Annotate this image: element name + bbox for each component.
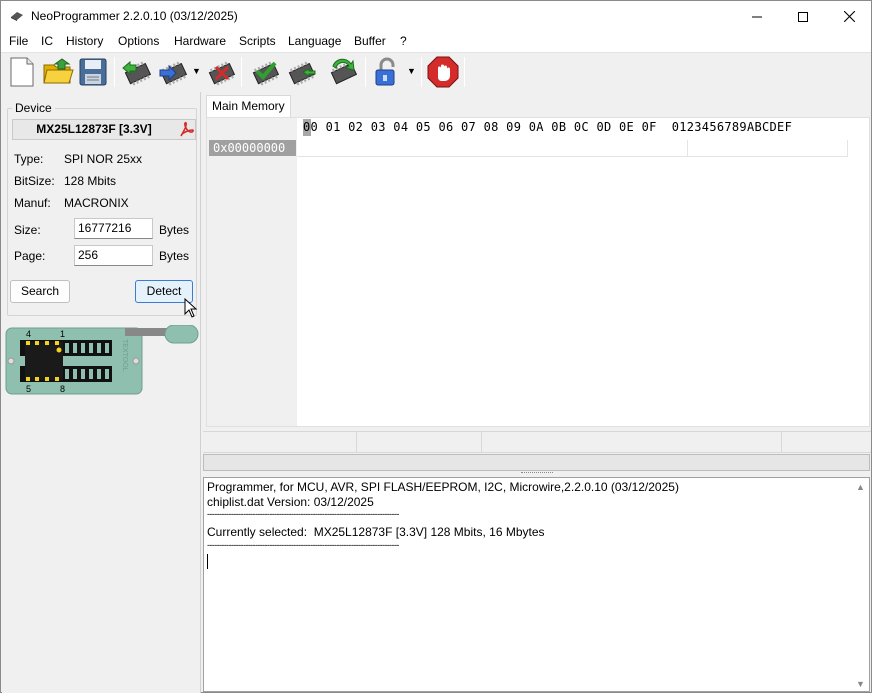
new-file-icon[interactable] [6,56,38,88]
menu-language[interactable]: Language [288,34,341,48]
lock-dropdown-arrow[interactable]: ▼ [407,66,416,76]
erase-chip-icon[interactable] [205,56,237,88]
device-name: MX25L12873F [3.3V] [12,119,196,140]
pin1-label: 1 [60,329,65,339]
scroll-down-icon[interactable]: ▼ [856,679,865,689]
log-separator: ----------------------------------------… [207,509,399,519]
maximize-button[interactable] [780,1,826,32]
page-field[interactable]: 256 [74,245,153,266]
hex-column-header: 00 01 02 03 04 05 06 07 08 09 0A 0B 0C 0… [303,120,793,134]
status-cell [203,432,357,452]
blank-check-icon[interactable] [285,56,317,88]
menu-hardware[interactable]: Hardware [174,34,226,48]
menu-file[interactable]: File [9,34,28,48]
write-dropdown-arrow[interactable]: ▼ [192,66,201,76]
text-caret [207,554,208,569]
search-button[interactable]: Search [10,280,70,303]
scroll-up-icon[interactable]: ▲ [856,482,865,492]
status-cell [357,432,482,452]
toolbar-separator [365,57,366,87]
window-title: NeoProgrammer 2.2.0.10 (03/12/2025) [31,9,238,23]
toolbar-separator [241,57,242,87]
bitsize-label: BitSize: [14,174,55,188]
textool-label: TEXTOOL [121,339,128,372]
menu-scripts[interactable]: Scripts [239,34,276,48]
menu-history[interactable]: History [66,34,103,48]
log-line: chiplist.dat Version: 03/12/2025 [207,495,374,509]
menu-bar: File IC History Options Hardware Scripts… [1,32,871,52]
splitter-grip[interactable] [521,472,553,475]
menu-help[interactable]: ? [400,34,407,48]
toolbar-separator [421,57,422,87]
size-field[interactable]: 16777216 [74,218,153,239]
tab-main-memory[interactable]: Main Memory [206,95,291,117]
open-folder-icon[interactable] [42,56,74,88]
title-bar[interactable]: NeoProgrammer 2.2.0.10 (03/12/2025) [1,1,871,32]
minimize-button[interactable] [734,1,780,32]
app-window: NeoProgrammer 2.2.0.10 (03/12/2025) File… [0,0,872,693]
device-caption: Device [12,101,55,115]
hex-ascii-divider [687,140,688,156]
hex-editor[interactable]: 00 01 02 03 04 05 06 07 08 09 0A 0B 0C 0… [206,117,870,427]
log-output[interactable]: Programmer, for MCU, AVR, SPI FLASH/EEPR… [203,477,870,692]
pdf-icon[interactable] [178,121,195,138]
pin5-label: 5 [26,384,31,394]
status-cell [482,432,782,452]
type-label: Type: [14,152,44,166]
save-icon[interactable] [77,56,109,88]
pin8-label: 8 [60,384,65,394]
write-chip-icon[interactable] [157,56,189,88]
pin4-label: 4 [26,329,31,339]
status-bar [203,431,871,453]
manuf-value: MACRONIX [64,196,129,210]
stop-icon[interactable] [427,56,459,88]
log-line: Programmer, for MCU, AVR, SPI FLASH/EEPR… [207,480,679,494]
page-label: Page: [14,249,46,263]
manuf-label: Manuf: [14,196,51,210]
page-unit: Bytes [159,249,190,263]
type-value: SPI NOR 25xx [64,152,143,166]
toolbar-separator [114,57,115,87]
size-unit: Bytes [159,223,190,237]
hex-row-edge [847,140,848,157]
size-label: Size: [14,223,41,237]
read-chip-icon[interactable] [121,56,153,88]
close-button[interactable] [826,1,872,32]
log-line: Currently selected: MX25L12873F [3.3V] 1… [207,525,545,539]
menu-buffer[interactable]: Buffer [354,34,386,48]
app-icon [11,12,23,21]
hex-row-divider [297,156,847,157]
progress-bar [203,454,870,471]
lock-icon[interactable] [371,56,403,88]
log-scrollbar[interactable]: ▲ ▼ [852,478,869,691]
auto-program-icon[interactable] [327,56,359,88]
mouse-cursor-icon [184,298,198,318]
menu-ic[interactable]: IC [41,34,53,48]
toolbar: ▼ ▼ [1,52,871,90]
verify-chip-icon[interactable] [249,56,281,88]
chip-socket-image: 4 1 5 8 TEXTOOL [5,325,199,395]
bitsize-value: 128 Mbits [64,174,117,188]
hex-address: 0x00000000 [209,140,296,156]
menu-options[interactable]: Options [118,34,159,48]
hex-address-gutter [207,118,297,426]
left-panel: Device MX25L12873F [3.3V] Type: SPI NOR … [2,92,201,693]
toolbar-separator [464,57,465,87]
log-separator: ----------------------------------------… [207,540,399,550]
